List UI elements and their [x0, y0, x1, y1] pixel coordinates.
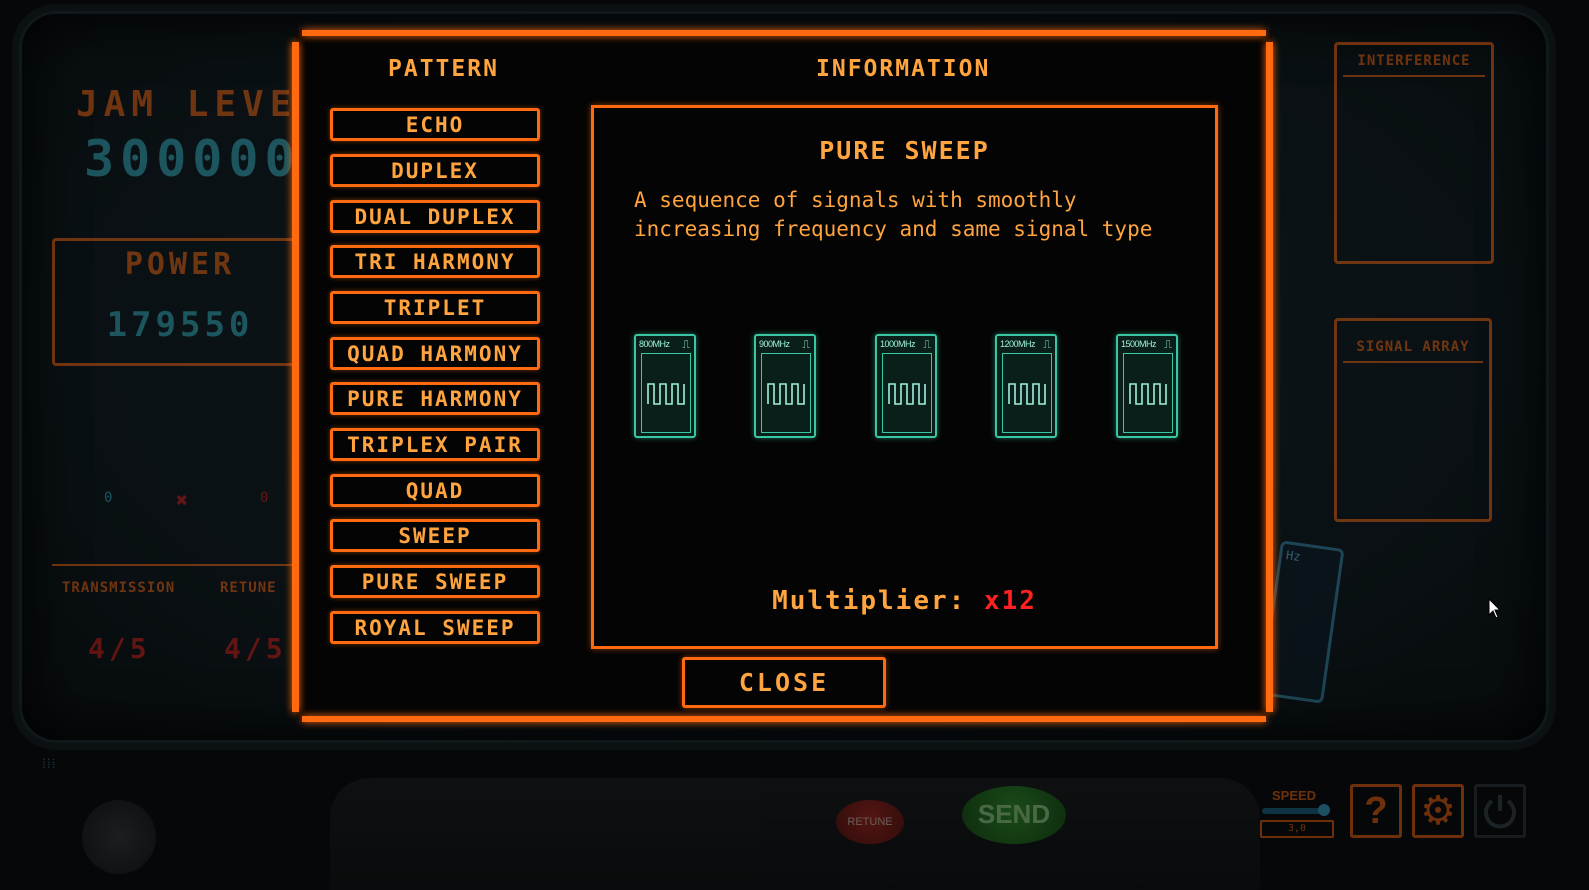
square-wave-icon: ⎍	[923, 338, 931, 351]
square-wave-icon: ⎍	[682, 338, 690, 351]
pattern-duplex-button[interactable]: DUPLEX	[330, 154, 540, 187]
square-wave-icon	[767, 383, 805, 405]
pattern-tri-harmony-button[interactable]: TRI HARMONY	[330, 245, 540, 278]
signal-waveform	[1123, 353, 1173, 433]
pattern-title: PURE SWEEP	[819, 136, 990, 165]
signal-frequency: 1200MHz	[1000, 339, 1036, 349]
square-wave-icon	[1129, 383, 1167, 405]
speed-value: 3,0	[1260, 820, 1334, 838]
square-wave-icon: ⎍	[1164, 338, 1172, 351]
square-wave-icon	[1008, 383, 1046, 405]
signal-card: 1000MHz ⎍	[875, 334, 937, 438]
interference-panel: INTERFERENCE	[1334, 42, 1494, 264]
multiplier-label: Multiplier:	[772, 586, 967, 616]
peek-card-label: Hz	[1285, 548, 1302, 565]
counter-right: 0	[260, 490, 269, 506]
information-panel: PURE SWEEP A sequence of signals with sm…	[591, 105, 1218, 649]
retune-label: RETUNE	[220, 580, 277, 596]
divider	[1343, 75, 1485, 77]
signal-frequency: 1500MHz	[1121, 339, 1157, 349]
square-wave-icon	[647, 383, 685, 405]
retune-button[interactable]: RETUNE	[836, 800, 904, 844]
console-panel	[330, 778, 1260, 890]
dial-knob-icon	[82, 800, 156, 874]
signal-frequency: 800MHz	[639, 339, 670, 349]
retune-value: 4/5	[224, 632, 287, 665]
modal-border-top	[302, 30, 1266, 36]
pattern-dual-duplex-button[interactable]: DUAL DUPLEX	[330, 200, 540, 233]
modal-border-left	[292, 42, 299, 712]
counter-left: 0	[104, 490, 113, 506]
pattern-echo-button[interactable]: ECHO	[330, 108, 540, 141]
mouse-cursor-icon	[1488, 598, 1502, 619]
pattern-royal-sweep-button[interactable]: ROYAL SWEEP	[330, 611, 540, 644]
interference-label: INTERFERENCE	[1357, 53, 1471, 69]
pattern-header: PATTERN	[388, 56, 499, 82]
pattern-pure-harmony-button[interactable]: PURE HARMONY	[330, 382, 540, 415]
modal-border-bottom	[302, 716, 1266, 722]
pattern-quad-button[interactable]: QUAD	[330, 474, 540, 507]
pattern-description: A sequence of signals with smoothly incr…	[634, 188, 1153, 241]
signal-waveform	[1002, 353, 1052, 433]
power-button[interactable]	[1474, 784, 1526, 838]
multiplier-readout: Multiplier: x12	[594, 586, 1215, 616]
power-value: 179550	[106, 305, 254, 345]
transmission-value: 4/5	[88, 632, 151, 665]
jam-level-label: JAM LEVEL	[76, 84, 326, 125]
power-panel: POWER 179550	[52, 238, 308, 366]
pattern-sweep-button[interactable]: SWEEP	[330, 519, 540, 552]
settings-button[interactable]: ⚙	[1412, 784, 1464, 838]
signal-card: 800MHz ⎍	[634, 334, 696, 438]
question-icon: ?	[1364, 790, 1388, 832]
signal-card: 1200MHz ⎍	[995, 334, 1057, 438]
close-button[interactable]: CLOSE	[682, 657, 886, 708]
signal-frequency: 900MHz	[759, 339, 790, 349]
send-button[interactable]: SEND	[962, 786, 1066, 844]
pattern-quad-harmony-button[interactable]: QUAD HARMONY	[330, 337, 540, 370]
pattern-triplex-pair-button[interactable]: TRIPLEX PAIR	[330, 428, 540, 461]
speed-slider-handle[interactable]	[1318, 804, 1330, 816]
transmission-label: TRANSMISSION	[62, 580, 176, 596]
divider	[52, 564, 302, 566]
gear-icon: ⚙	[1420, 788, 1456, 834]
signal-frequency: 1000MHz	[880, 339, 916, 349]
help-button[interactable]: ?	[1350, 784, 1402, 838]
divider	[1343, 361, 1483, 363]
signal-waveform	[641, 353, 691, 433]
signal-card: 1500MHz ⎍	[1116, 334, 1178, 438]
signal-array-panel: SIGNAL ARRAY	[1334, 318, 1492, 522]
cross-icon: ✖	[176, 488, 189, 512]
information-header: INFORMATION	[816, 56, 991, 82]
grid-dots-icon: ⁞⁞⁞	[42, 756, 57, 772]
square-wave-icon: ⎍	[802, 338, 810, 351]
square-wave-icon	[888, 383, 926, 405]
multiplier-value: x12	[983, 586, 1037, 616]
speed-label: SPEED	[1272, 788, 1317, 803]
pattern-triplet-button[interactable]: TRIPLET	[330, 291, 540, 324]
signal-card: 900MHz ⎍	[754, 334, 816, 438]
modal-border-right	[1266, 42, 1273, 712]
jam-level-value: 300000	[84, 130, 301, 188]
signal-waveform	[882, 353, 932, 433]
pattern-pure-sweep-button[interactable]: PURE SWEEP	[330, 565, 540, 598]
square-wave-icon: ⎍	[1043, 338, 1051, 351]
power-label: POWER	[124, 247, 236, 282]
signal-array-label: SIGNAL ARRAY	[1356, 339, 1470, 355]
power-icon	[1484, 795, 1516, 829]
signal-waveform	[761, 353, 811, 433]
